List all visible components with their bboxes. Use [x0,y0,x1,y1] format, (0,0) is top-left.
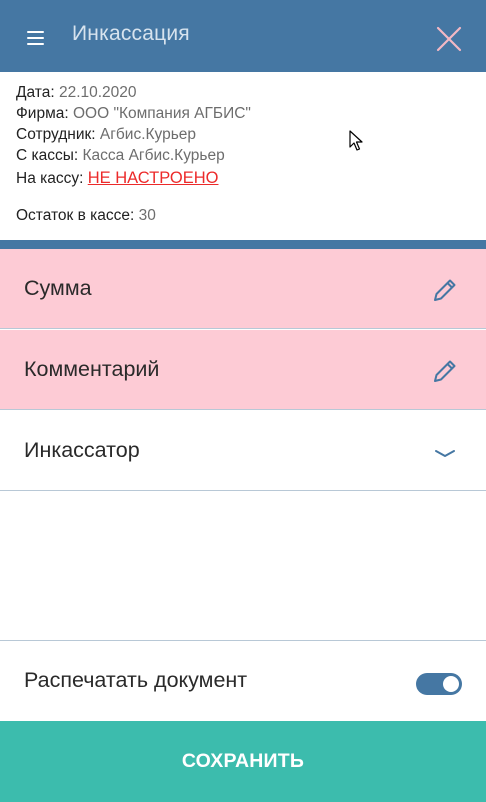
pencil-icon[interactable] [430,356,460,386]
app-bar: Инкассация [0,0,486,72]
save-button[interactable]: СОХРАНИТЬ [0,721,486,802]
cash-balance: Остаток в кассе: 30 [16,207,156,225]
from-cash-value: Касса Агбис.Курьер [82,147,225,164]
chevron-down-icon[interactable] [430,437,460,467]
date-row: Дата: 22.10.2020 [16,82,476,103]
from-cash-label: С кассы: [16,147,79,164]
print-document-row: Распечатать документ [0,640,486,721]
comment-label: Комментарий [24,357,160,381]
section-divider [0,240,486,249]
close-icon[interactable] [432,22,466,56]
employee-value: Агбис.Курьер [99,126,197,143]
toggle-knob [443,676,459,692]
comment-field[interactable]: Комментарий [0,330,486,410]
print-document-toggle[interactable] [416,673,462,695]
balance-label: Остаток в кассе: [16,207,135,224]
collector-label: Инкассатор [24,438,140,462]
firm-label: Фирма: [16,105,69,122]
date-value: 22.10.2020 [58,84,137,101]
mouse-cursor-icon [349,130,363,152]
to-cash-row: На кассу: НЕ НАСТРОЕНО [16,168,476,189]
collector-select[interactable]: Инкассатор [0,411,486,491]
hamburger-menu-icon[interactable] [23,25,49,51]
date-label: Дата: [16,84,55,101]
print-document-label: Распечатать документ [24,668,248,692]
employee-label: Сотрудник: [16,126,96,143]
sum-field[interactable]: Сумма [0,249,486,329]
employee-row: Сотрудник: Агбис.Курьер [16,124,476,145]
sum-label: Сумма [24,276,92,300]
pencil-icon[interactable] [430,275,460,305]
to-cash-not-configured-link[interactable]: НЕ НАСТРОЕНО [88,169,219,187]
from-cash-row: С кассы: Касса Агбис.Курьер [16,145,476,166]
document-info: Дата: 22.10.2020 Фирма: ООО "Компания АГ… [16,82,476,189]
firm-row: Фирма: ООО "Компания АГБИС" [16,103,476,124]
firm-value: ООО "Компания АГБИС" [72,105,251,122]
balance-value: 30 [138,207,156,224]
page-title: Инкассация [72,22,190,45]
to-cash-label: На кассу: [16,170,84,187]
